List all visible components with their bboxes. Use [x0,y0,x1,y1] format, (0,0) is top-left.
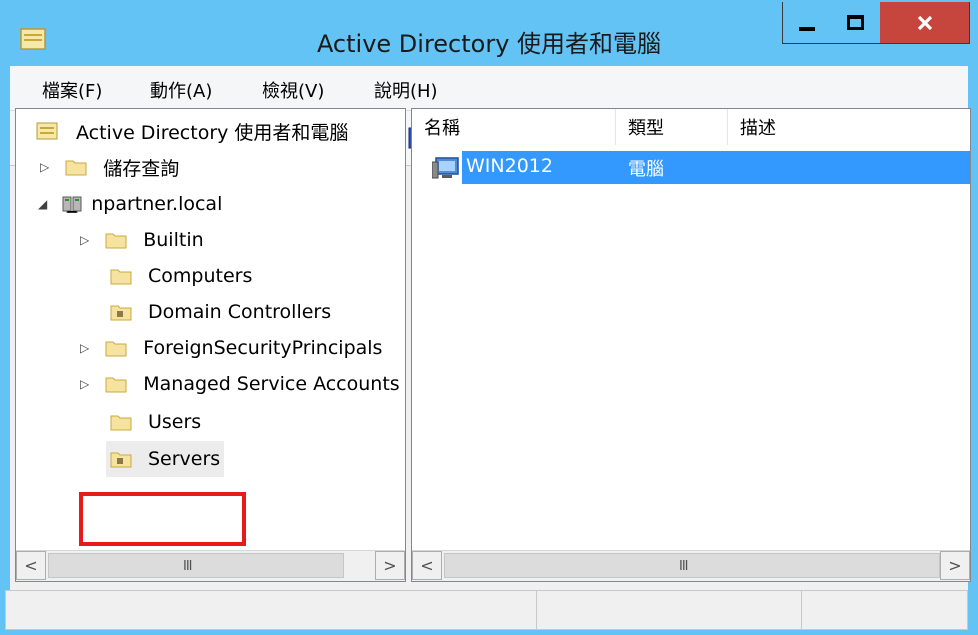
folder-icon [105,377,127,393]
tree-item-label: Users [148,411,202,433]
expand-arrow-icon[interactable]: ▷ [40,160,49,174]
chevron-left-icon: < [420,556,434,575]
tree-item-label: ForeignSecurityPrincipals [143,337,383,359]
column-header-name[interactable]: 名稱 [412,109,616,145]
tree-item-label: Domain Controllers [148,301,332,323]
ou-folder-icon [110,305,132,321]
tree-item-computers[interactable]: Computers [110,258,252,294]
scroll-right-button[interactable]: > [375,551,405,580]
tree-item-managed-service-accounts[interactable]: ▷ Managed Service Accounts [80,366,400,402]
tree-item-servers[interactable]: Servers [106,441,225,477]
grip-icon: III [679,559,688,574]
maximize-icon [847,15,864,30]
minimize-icon [799,26,815,31]
computer-icon [432,157,459,179]
horizontal-scrollbar[interactable]: < III > [412,550,970,581]
scroll-thumb[interactable]: III [48,553,344,578]
tree-item-label: 儲存查詢 [103,157,180,180]
folder-icon [105,341,127,357]
status-cell-secondary [536,591,802,629]
menu-bar: 檔案(F) 動作(A) 檢視(V) 說明(H) [10,66,968,111]
scroll-thumb[interactable]: III [444,553,940,578]
menu-view[interactable]: 檢視(V) [262,77,324,103]
tree-root-label: Active Directory 使用者和電腦 [76,121,349,144]
status-bar [5,590,968,630]
expand-arrow-icon[interactable]: ▷ [80,233,89,247]
menu-file[interactable]: 檔案(F) [42,77,102,103]
tree-item-foreign-security-principals[interactable]: ▷ ForeignSecurityPrincipals [80,330,382,366]
list-row[interactable]: WIN2012 電腦 [432,151,970,184]
details-pane[interactable]: 名稱 類型 描述 WIN2012 電腦 < III > [411,108,971,582]
tree-item-users[interactable]: Users [110,404,201,440]
app-window: Active Directory 使用者和電腦 檔案(F) 動作(A) 檢視(V… [0,0,978,635]
chevron-left-icon: < [24,556,38,575]
tree-item-domain[interactable]: ◢ npartner.local [38,186,222,222]
tree-item-label: Computers [148,265,253,287]
expand-arrow-icon[interactable]: ▷ [80,341,89,355]
minimize-button[interactable] [782,2,832,44]
title-bar[interactable]: Active Directory 使用者和電腦 [0,0,978,66]
tree-item-builtin[interactable]: ▷ Builtin [80,222,204,258]
close-icon [917,15,932,30]
chevron-right-icon: > [383,556,397,575]
annotation-highlight-box [79,492,246,546]
tree-item-saved-queries[interactable]: ▷ 儲存查詢 [40,149,179,185]
tree-item-domain-controllers[interactable]: Domain Controllers [110,294,331,330]
folder-icon [65,160,87,176]
grip-icon: III [183,559,192,574]
close-button[interactable] [880,2,970,44]
row-name: WIN2012 [466,155,553,177]
scroll-left-button[interactable]: < [16,551,46,580]
menu-help[interactable]: 說明(H) [374,77,438,103]
ad-snapin-icon [36,122,58,140]
tree-item-label: Servers [148,448,221,470]
scroll-left-button[interactable]: < [412,551,442,580]
row-type: 電腦 [628,159,664,180]
folder-icon [110,415,132,431]
maximize-button[interactable] [831,2,881,44]
horizontal-scrollbar[interactable]: < III > [16,550,405,581]
expand-arrow-icon[interactable]: ▷ [80,377,89,391]
ou-folder-icon [110,452,132,468]
tree-item-label: npartner.local [91,193,223,215]
folder-icon [110,269,132,285]
scroll-right-button[interactable]: > [940,551,970,580]
folder-icon [105,233,127,249]
tree-item-label: Managed Service Accounts [143,373,400,395]
chevron-right-icon: > [948,556,962,575]
menu-action[interactable]: 動作(A) [150,77,212,103]
domain-icon [62,196,82,213]
tree-item-label: Builtin [143,229,204,251]
column-header-description[interactable]: 描述 [728,109,970,145]
collapse-arrow-icon[interactable]: ◢ [38,197,47,211]
tree-root[interactable]: Active Directory 使用者和電腦 [36,113,348,149]
status-cell-main [6,591,537,629]
column-header-type[interactable]: 類型 [616,109,728,145]
